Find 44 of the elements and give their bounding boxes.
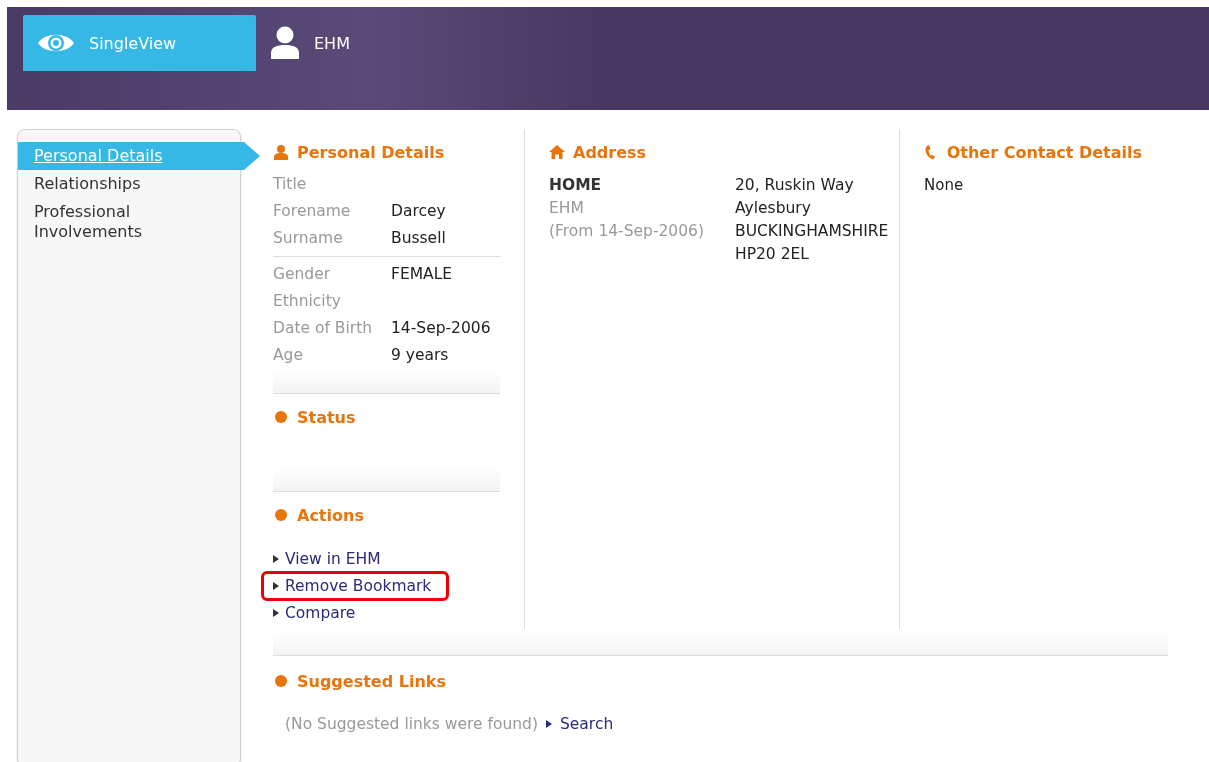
field-label: Gender [273, 264, 332, 285]
section-title: Personal Details [297, 143, 445, 162]
address-source: EHM [549, 198, 585, 219]
nav-tab[interactable]: EHM [256, 15, 364, 71]
action-link[interactable]: Remove Bookmark [285, 577, 432, 595]
bullet-icon [273, 409, 289, 426]
triangle-icon [273, 581, 279, 591]
person-icon [273, 144, 289, 161]
action-link[interactable]: Compare [285, 604, 356, 622]
triangle-icon [546, 719, 552, 729]
field-label: Age [273, 345, 304, 366]
contact-text: None [924, 175, 965, 196]
section-title: Status [297, 408, 356, 427]
sidebar-item[interactable]: Professional Involvements [18, 198, 220, 246]
bullet-icon [273, 507, 289, 524]
sidebar-item[interactable]: Relationships [18, 170, 220, 198]
house-icon [549, 144, 565, 161]
triangle-icon [273, 608, 279, 618]
field-value: Bussell [391, 228, 447, 249]
field-value: 14-Sep-2006 [391, 318, 492, 339]
section-title: Suggested Links [297, 672, 446, 691]
triangle-icon [273, 554, 279, 564]
field-label: Forename [273, 201, 352, 222]
person-icon [270, 26, 300, 60]
action-link[interactable]: View in EHM [285, 550, 381, 568]
address-line: 20, Ruskin Way [735, 175, 855, 196]
field-label: Title [273, 174, 308, 195]
search-link[interactable]: Search [560, 715, 614, 733]
bullet-icon [273, 673, 289, 690]
empty-message: (No Suggested links were found) [285, 715, 538, 733]
section-title: Address [573, 143, 647, 162]
field-label: Date of Birth [273, 318, 374, 339]
field-value: Darcey [391, 201, 447, 222]
section-title: Other Contact Details [946, 143, 1142, 162]
address-type: HOME [549, 175, 603, 196]
address-line: HP20 2EL [735, 244, 810, 265]
field-label: Surname [273, 228, 344, 249]
address-line: BUCKINGHAMSHIRE [735, 221, 889, 242]
field-value: FEMALE [391, 264, 454, 285]
field-value: 9 years [391, 345, 450, 366]
field-label: Ethnicity [273, 291, 342, 312]
address-line: Aylesbury [735, 198, 812, 219]
address-date: (From 14-Sep-2006) [549, 221, 705, 242]
section-title: Actions [297, 506, 364, 525]
